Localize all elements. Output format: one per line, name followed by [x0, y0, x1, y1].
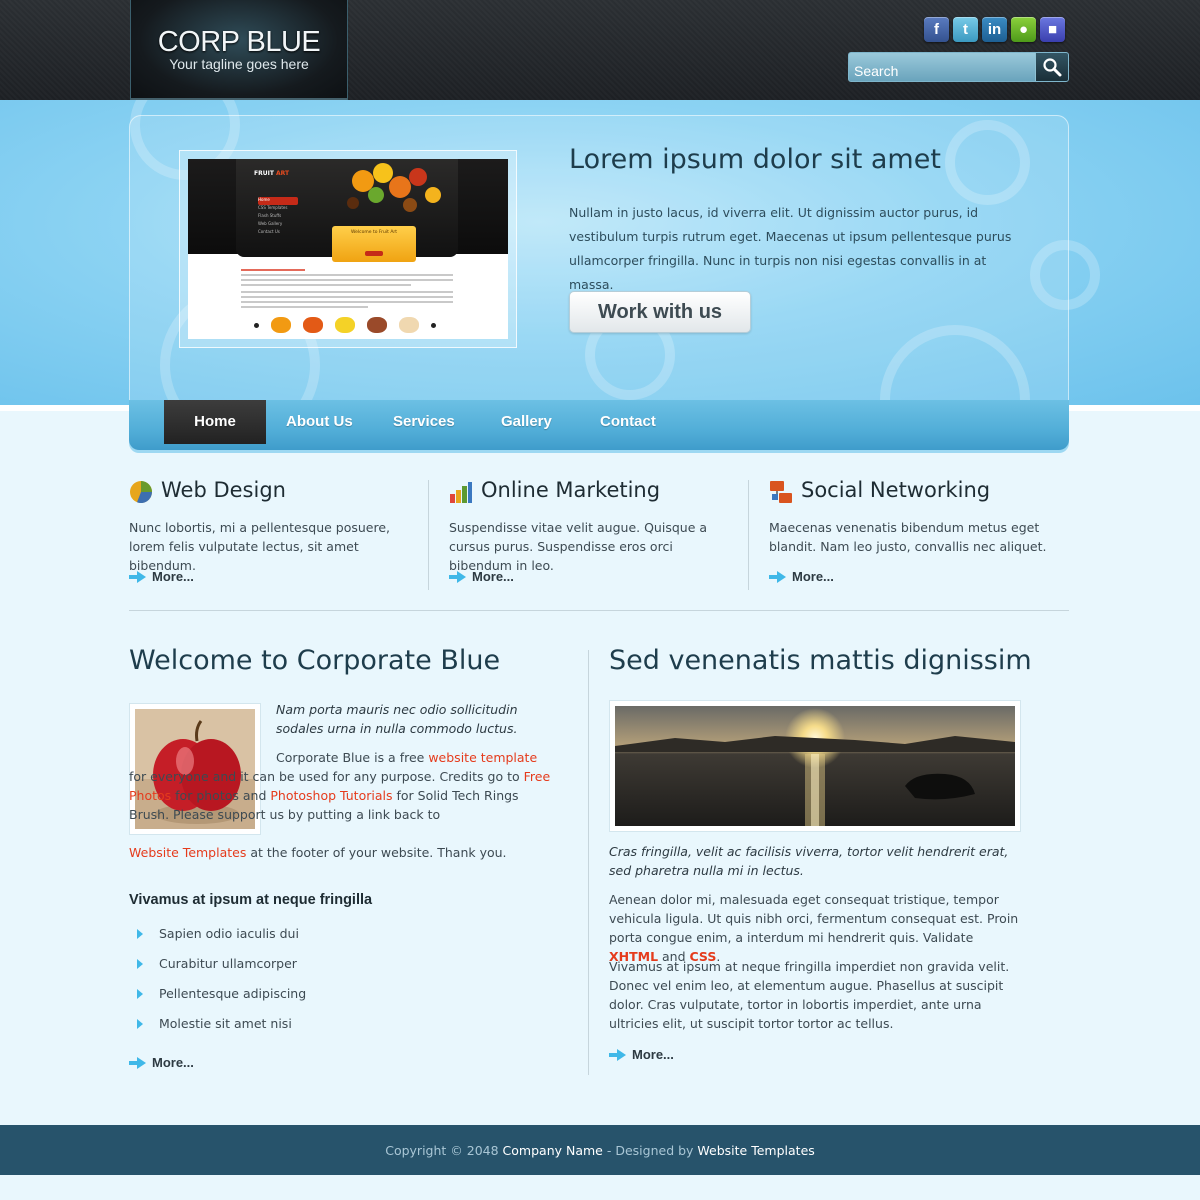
- arrow-right-icon: [769, 570, 786, 583]
- hero-text: Nullam in justo lacus, id viverra elit. …: [569, 205, 1012, 292]
- preview-menu: Home CSS Templates Flash Stuffs Web Gall…: [258, 197, 298, 237]
- arrow-right-icon: [129, 1056, 146, 1069]
- nav-about-us[interactable]: About Us: [286, 400, 353, 444]
- bar-chart-icon: [450, 482, 472, 503]
- facebook-icon[interactable]: f: [924, 17, 949, 42]
- preview-thumbnails: [254, 317, 436, 333]
- main-nav: Home About Us Services Gallery Contact: [129, 400, 1069, 450]
- feature-text: Maecenas venenatis bibendum metus eget b…: [769, 520, 1047, 554]
- list-item: Molestie sit amet nisi: [137, 1016, 306, 1046]
- website-template-link[interactable]: website template: [428, 750, 537, 765]
- chat-icon[interactable]: ●: [1011, 17, 1036, 42]
- hero-title: Lorem ipsum dolor sit amet: [569, 144, 941, 175]
- more-link[interactable]: More...: [769, 569, 834, 584]
- search-button[interactable]: [1035, 53, 1068, 81]
- sunset-image: [615, 706, 1015, 826]
- logo-tagline: Your tagline goes here: [169, 56, 309, 72]
- arrow-right-icon: [129, 570, 146, 583]
- column-divider: [428, 480, 429, 590]
- section-divider: [129, 610, 1069, 611]
- arrow-right-icon: [609, 1048, 626, 1061]
- column-divider: [748, 480, 749, 590]
- sed-body-2: Vivamus at ipsum at neque fringilla impe…: [609, 959, 1010, 1031]
- footer: Copyright © 2048 Company Name - Designed…: [0, 1125, 1200, 1175]
- list-item: Pellentesque adipiscing: [137, 986, 306, 1016]
- welcome-title: Welcome to Corporate Blue: [129, 645, 501, 676]
- list-item: Sapien odio iaculis dui: [137, 926, 306, 956]
- website-templates-footer-link[interactable]: Website Templates: [697, 1143, 814, 1158]
- arrow-right-icon: [449, 570, 466, 583]
- social-links: f t in ● ■: [924, 17, 1065, 43]
- welcome-subheading: Vivamus at ipsum at neque fringilla: [129, 892, 373, 908]
- more-link[interactable]: More...: [129, 569, 194, 584]
- twitter-icon[interactable]: t: [953, 17, 978, 42]
- welcome-intro: Nam porta mauris nec odio sollicitudin s…: [276, 702, 518, 736]
- more-link[interactable]: More...: [449, 569, 514, 584]
- preview-brand: FRUIT ART: [254, 170, 290, 177]
- sed-body-1: Aenean dolor mi, malesuada eget consequa…: [609, 892, 1019, 964]
- footer-copyright: Copyright © 2048: [385, 1142, 499, 1158]
- logo-title: CORP BLUE: [157, 26, 321, 58]
- preview-welcome-box: Welcome to Fruit Art: [332, 226, 416, 262]
- messenger-icon[interactable]: ■: [1040, 17, 1065, 42]
- nav-contact[interactable]: Contact: [600, 400, 656, 444]
- search-input[interactable]: [849, 53, 1036, 81]
- sunset-image-frame: [609, 700, 1021, 832]
- welcome-list: Sapien odio iaculis dui Curabitur ullamc…: [137, 926, 306, 1046]
- more-link[interactable]: More...: [609, 1047, 674, 1062]
- sed-title: Sed venenatis mattis dignissim: [609, 645, 1032, 676]
- search-box: [848, 52, 1069, 82]
- feature-text: Suspendisse vitae velit augue. Quisque a…: [449, 520, 708, 573]
- search-icon: [1043, 58, 1062, 77]
- company-name-link[interactable]: Company Name: [503, 1143, 603, 1158]
- welcome-body-end: Website Templates at the footer of your …: [129, 845, 507, 860]
- nav-home[interactable]: Home: [164, 400, 266, 444]
- network-icon: [770, 481, 792, 503]
- photoshop-tutorials-link[interactable]: Photoshop Tutorials: [270, 788, 392, 803]
- logo[interactable]: CORP BLUE Your tagline goes here: [130, 0, 348, 100]
- linkedin-icon[interactable]: in: [982, 17, 1007, 42]
- fruit-image: [347, 163, 441, 212]
- list-item: Curabitur ullamcorper: [137, 956, 306, 986]
- feature-title: Online Marketing: [481, 478, 661, 502]
- more-link[interactable]: More...: [129, 1055, 194, 1070]
- nav-gallery[interactable]: Gallery: [501, 400, 552, 444]
- nav-services[interactable]: Services: [393, 400, 455, 444]
- pie-chart-icon: [130, 481, 153, 504]
- feature-title: Web Design: [161, 478, 286, 502]
- sed-caption: Cras fringilla, velit ac facilisis viver…: [609, 844, 1009, 878]
- welcome-body: Corporate Blue is a free website templat…: [129, 750, 551, 822]
- column-divider: [588, 650, 589, 1075]
- feature-text: Nunc lobortis, mi a pellentesque posuere…: [129, 520, 391, 573]
- template-preview-image[interactable]: FRUIT ART Home CSS Templates Flash Stuff…: [188, 159, 508, 339]
- footer-designed-by: - Designed by: [606, 1142, 694, 1158]
- website-templates-link[interactable]: Website Templates: [129, 845, 246, 860]
- work-with-us-button[interactable]: Work with us: [569, 291, 751, 333]
- preview-text-lines: [241, 269, 453, 311]
- feature-title: Social Networking: [801, 478, 991, 502]
